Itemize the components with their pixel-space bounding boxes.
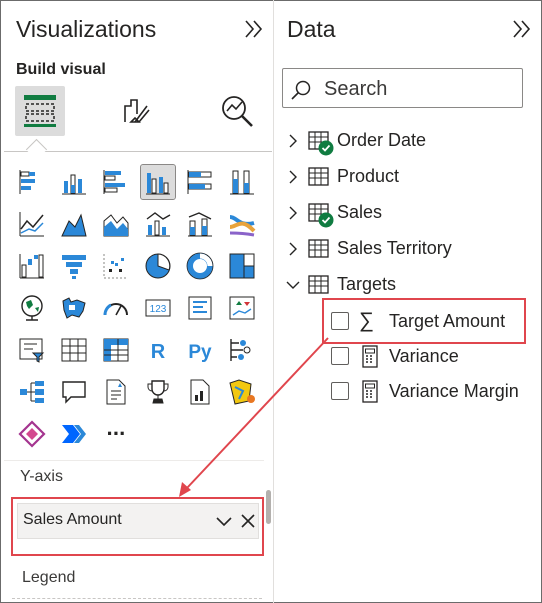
power-apps-visual-icon[interactable] <box>225 375 259 409</box>
stacked-column-chart-icon[interactable] <box>57 165 91 199</box>
build-visual-tab[interactable] <box>15 86 65 136</box>
field-label: Variance <box>389 346 459 366</box>
goals-trophy-icon[interactable] <box>141 375 175 409</box>
format-visual-tab[interactable] <box>111 86 161 136</box>
map-globe-icon[interactable] <box>15 291 49 325</box>
donut-chart-icon[interactable] <box>183 249 217 283</box>
kpi-icon[interactable] <box>225 291 259 325</box>
table-node-product[interactable]: Product <box>286 164 506 190</box>
table-node-targets[interactable]: Targets <box>286 272 506 298</box>
legend-label: Legend <box>22 569 76 586</box>
table-visual-icon[interactable] <box>57 333 91 367</box>
stacked-bar-chart-icon[interactable] <box>15 165 49 199</box>
format-paintbrush-icon <box>124 99 150 123</box>
line-and-stacked-column-chart-icon[interactable] <box>183 207 217 241</box>
table-label: Targets <box>337 274 397 294</box>
table-icon <box>308 167 329 186</box>
collapse-visualizations-icon[interactable] <box>240 14 270 44</box>
table-node-sales[interactable]: Sales <box>286 200 506 228</box>
chevron-right-icon[interactable] <box>286 168 300 186</box>
clustered-bar-chart-icon[interactable] <box>99 165 133 199</box>
gauge-icon[interactable] <box>99 291 133 325</box>
table-label: Order Date <box>337 130 427 150</box>
analytics-magnifier-icon <box>222 96 253 127</box>
build-visual-icon <box>24 95 56 127</box>
key-influencers-icon[interactable] <box>225 333 259 367</box>
visualizations-title: Visualizations <box>16 16 157 42</box>
chevron-down-icon[interactable] <box>286 276 300 294</box>
table-node-order-date[interactable]: Order Date <box>286 128 506 156</box>
section-separator <box>4 460 264 461</box>
table-icon <box>308 239 329 258</box>
line-chart-icon[interactable] <box>15 207 49 241</box>
treemap-icon[interactable] <box>225 249 259 283</box>
slicer-icon[interactable] <box>15 333 49 367</box>
python-visual-icon[interactable]: Py <box>183 333 217 367</box>
100-percent-bar-chart-icon[interactable] <box>183 165 217 199</box>
filled-map-icon[interactable] <box>57 291 91 325</box>
svg-text:R: R <box>151 341 166 363</box>
scatter-chart-icon[interactable] <box>99 249 133 283</box>
more-visuals-icon[interactable]: ··· <box>99 417 133 451</box>
search-input[interactable]: Search <box>282 68 523 108</box>
selected-check-icon <box>318 212 334 228</box>
build-visual-label: Build visual <box>16 61 106 78</box>
search-placeholder: Search <box>324 78 388 100</box>
card-icon[interactable]: 123 <box>141 291 175 325</box>
y-axis-label: Y-axis <box>20 468 63 485</box>
smart-narrative-icon[interactable] <box>99 375 133 409</box>
100-percent-column-chart-icon[interactable] <box>225 165 259 199</box>
field-variance[interactable]: Variance <box>331 344 516 370</box>
viz-pane-scrollbar[interactable] <box>266 490 271 524</box>
selected-check-icon <box>318 140 334 156</box>
table-label: Product <box>337 166 400 186</box>
collapse-data-pane-icon[interactable] <box>508 14 538 44</box>
analytics-tab[interactable] <box>212 86 262 136</box>
matrix-icon[interactable] <box>99 333 133 367</box>
field-checkbox[interactable] <box>331 382 349 400</box>
area-chart-icon[interactable] <box>57 207 91 241</box>
funnel-chart-icon[interactable] <box>57 249 91 283</box>
calculator-icon <box>362 380 378 403</box>
pie-chart-icon[interactable] <box>141 249 175 283</box>
chevron-right-icon[interactable] <box>286 132 300 150</box>
q-and-a-icon[interactable] <box>57 375 91 409</box>
chevron-right-icon[interactable] <box>286 240 300 258</box>
target-amount-highlight-box <box>322 298 526 344</box>
field-label: Variance Margin <box>389 381 519 401</box>
pane-divider <box>273 0 274 603</box>
visual-type-gallery: 123 R Py ··· <box>15 164 265 455</box>
svg-text:Py: Py <box>188 342 212 363</box>
paginated-report-icon[interactable] <box>183 375 217 409</box>
r-script-visual-icon[interactable]: R <box>141 333 175 367</box>
field-checkbox[interactable] <box>331 347 349 365</box>
power-apps-diamond-icon[interactable] <box>15 417 49 451</box>
data-pane-title: Data <box>287 16 336 42</box>
table-label: Sales Territory <box>337 238 452 258</box>
stacked-area-chart-icon[interactable] <box>99 207 133 241</box>
svg-text:123: 123 <box>150 304 167 315</box>
clustered-column-chart-icon[interactable] <box>140 164 176 200</box>
decomposition-tree-icon[interactable] <box>15 375 49 409</box>
chevron-right-icon[interactable] <box>286 204 300 222</box>
line-and-column-chart-icon[interactable] <box>141 207 175 241</box>
table-icon <box>308 275 329 294</box>
waterfall-chart-icon[interactable] <box>15 249 49 283</box>
multi-row-card-icon[interactable] <box>183 291 217 325</box>
y-axis-highlight-box <box>11 497 264 556</box>
field-variance-margin[interactable]: Variance Margin <box>331 379 521 405</box>
table-node-sales-territory[interactable]: Sales Territory <box>286 236 506 262</box>
legend-drop-zone-edge <box>12 598 262 599</box>
calculator-icon <box>362 345 378 368</box>
search-icon <box>291 80 311 100</box>
power-automate-icon[interactable] <box>57 417 91 451</box>
ribbon-chart-icon[interactable] <box>225 207 259 241</box>
table-label: Sales <box>337 202 383 222</box>
